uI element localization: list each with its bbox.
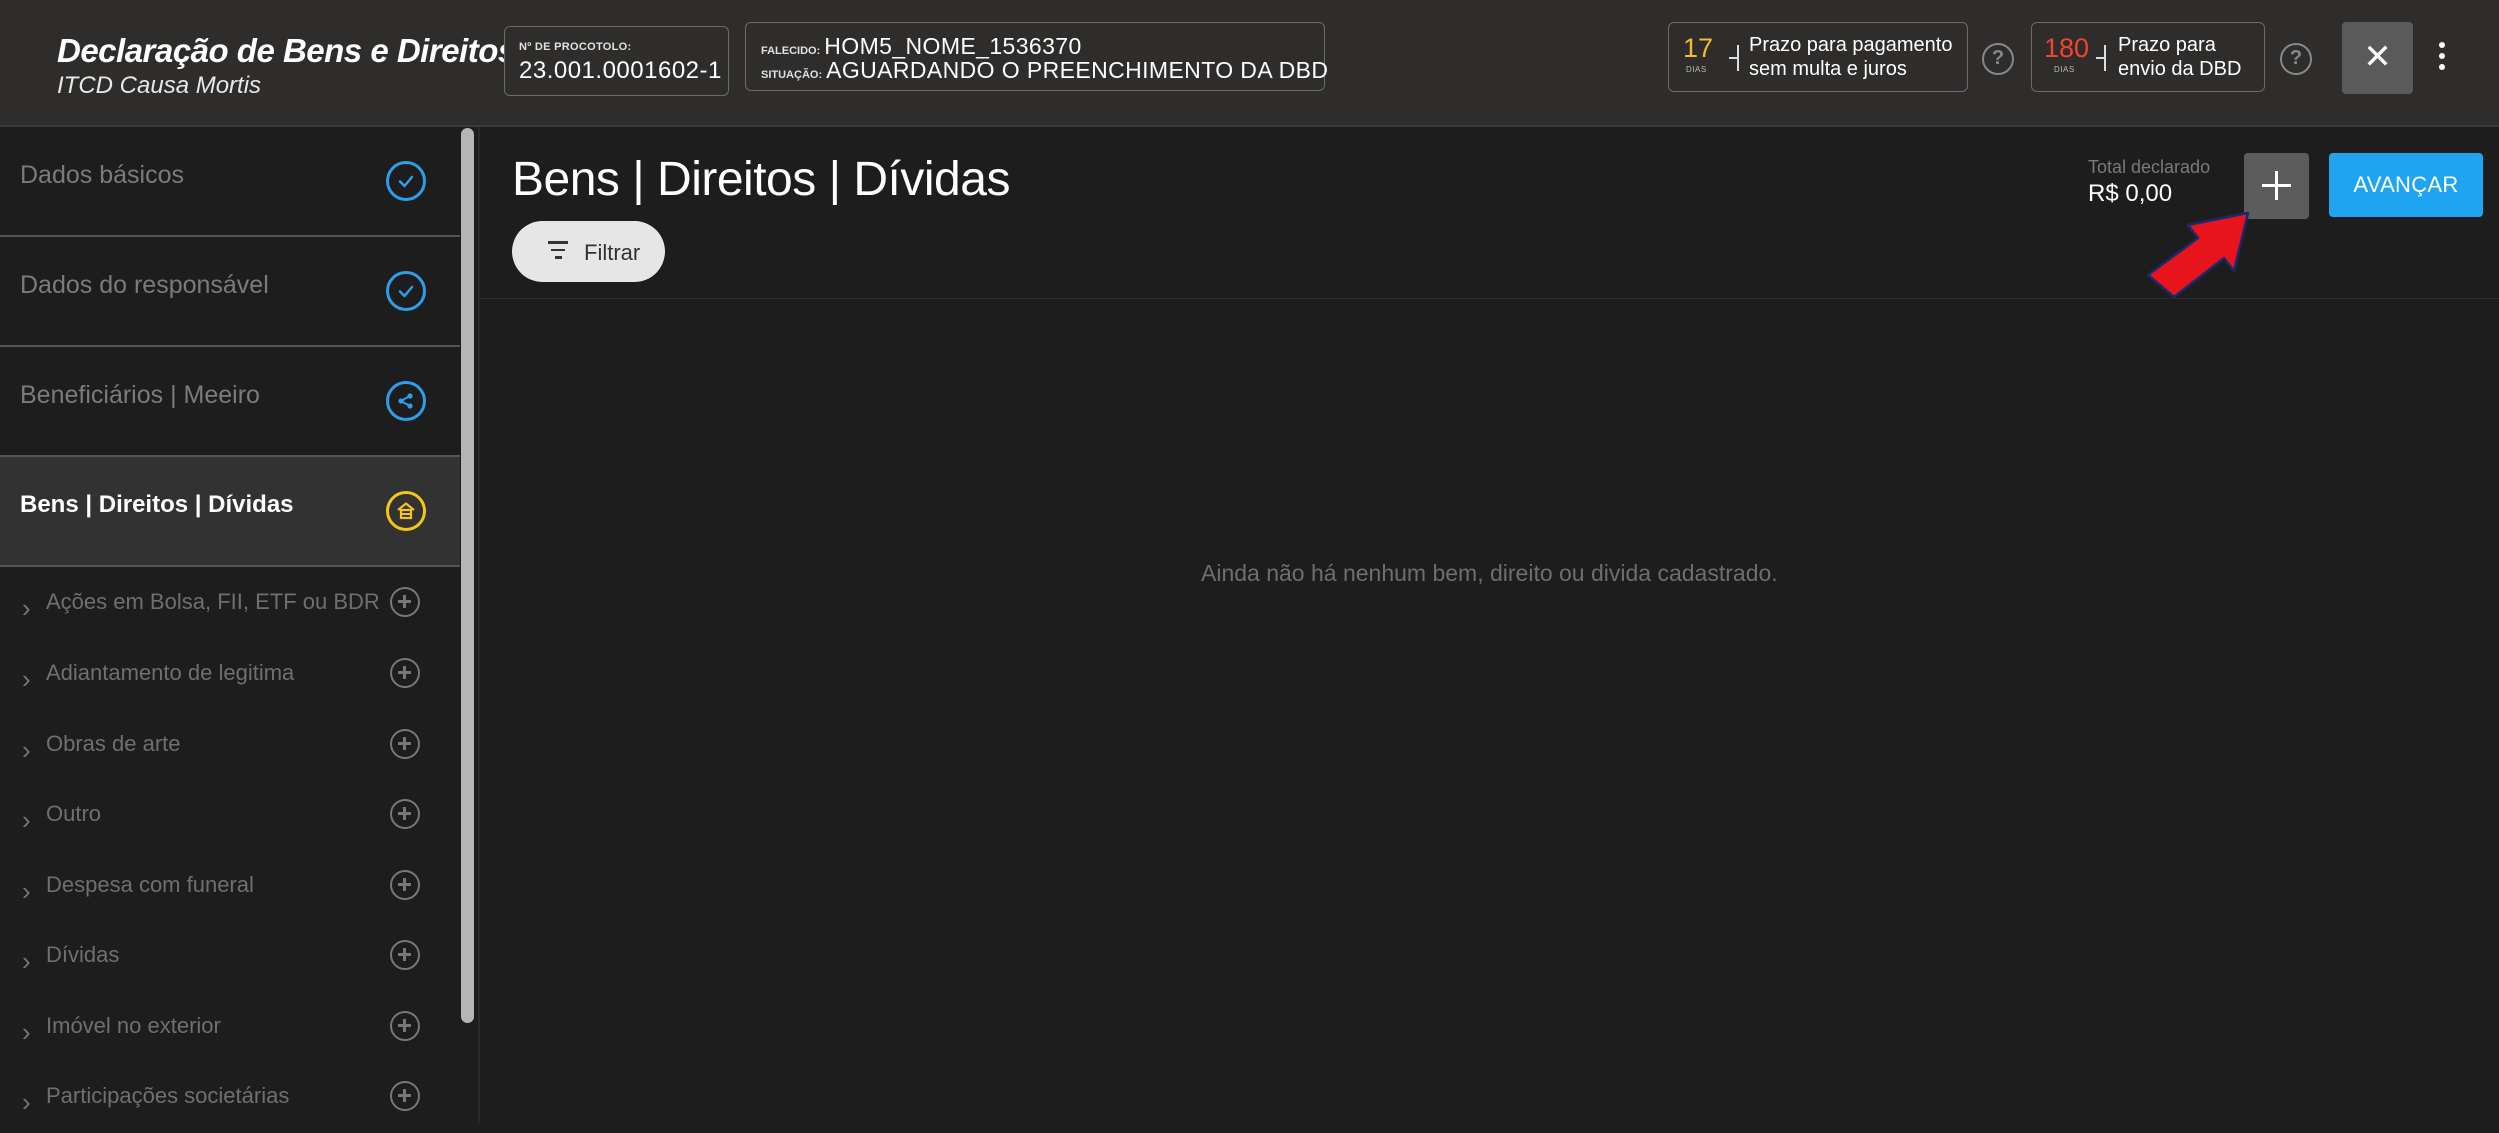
step-label: Dados básicos xyxy=(20,161,184,189)
sidebar: Dados básicos Dados do responsável Benef… xyxy=(0,127,478,1123)
payment-days-count: 17 xyxy=(1683,33,1714,63)
category-acoes-bolsa[interactable]: › Ações em Bolsa, FII, ETF ou BDR xyxy=(0,569,460,639)
app-title: Declaração de Bens e Direitos xyxy=(57,32,516,69)
payment-deadline-line2: sem multa e juros xyxy=(1749,58,1907,80)
top-header: Declaração de Bens e Direitos ITCD Causa… xyxy=(0,0,2499,127)
deadline-separator-icon xyxy=(1729,45,1741,71)
deceased-value: HOM5_NOME_1536370 xyxy=(824,33,1082,59)
step-label: Bens | Direitos | Dívidas xyxy=(20,491,294,518)
chevron-right-icon: › xyxy=(22,664,31,694)
submission-days-count: 180 xyxy=(2044,33,2090,63)
chevron-right-icon: › xyxy=(22,946,31,976)
deadline-separator-icon xyxy=(2096,45,2108,71)
chevron-right-icon: › xyxy=(22,1017,31,1047)
filter-icon xyxy=(548,241,568,264)
step-bens-direitos-dividas[interactable]: Bens | Direitos | Dívidas xyxy=(0,457,460,567)
total-declared-label: Total declarado xyxy=(2088,157,2211,177)
empty-state-message: Ainda não há nenhum bem, direito ou divi… xyxy=(1201,560,1778,586)
payment-days-unit: DIAS xyxy=(1686,65,1707,74)
next-button[interactable]: AVANÇAR xyxy=(2329,153,2483,217)
category-label: Outro xyxy=(46,801,102,826)
category-label: Dívidas xyxy=(46,942,120,967)
chevron-right-icon: › xyxy=(22,1087,31,1117)
category-obras-arte[interactable]: › Obras de arte xyxy=(0,711,460,781)
category-imovel-exterior[interactable]: › Imóvel no exterior xyxy=(0,993,460,1063)
filter-button[interactable]: Filtrar xyxy=(512,221,665,282)
chevron-right-icon: › xyxy=(22,805,31,835)
add-circle-icon[interactable] xyxy=(390,587,420,617)
main-divider xyxy=(478,127,480,1123)
payment-deadline-line1: Prazo para pagamento xyxy=(1749,34,1953,56)
category-outro[interactable]: › Outro xyxy=(0,781,460,851)
category-adiantamento-legitima[interactable]: › Adiantamento de legitima xyxy=(0,640,460,710)
share-circle-icon xyxy=(386,381,426,421)
close-button[interactable]: ✕ xyxy=(2342,22,2413,94)
category-label: Participações societárias xyxy=(46,1083,290,1108)
payment-deadline: 17 DIAS Prazo para pagamento sem multa e… xyxy=(1668,22,1968,92)
submission-help-icon[interactable]: ? xyxy=(2280,43,2312,75)
step-dados-basicos[interactable]: Dados básicos xyxy=(0,127,460,237)
page-title: Bens | Direitos | Dívidas xyxy=(512,153,1010,206)
house-circle-icon xyxy=(386,491,426,531)
sidebar-scrollbar[interactable] xyxy=(461,128,474,1023)
check-circle-icon xyxy=(386,161,426,201)
more-options-icon[interactable] xyxy=(2432,42,2452,74)
payment-help-icon[interactable]: ? xyxy=(1982,43,2014,75)
red-arrow-annotation-icon xyxy=(2146,211,2250,299)
add-circle-icon[interactable] xyxy=(390,870,420,900)
status-label: SITUAÇÃO: xyxy=(761,69,823,81)
total-declared-value: R$ 0,00 xyxy=(2088,180,2173,207)
add-circle-icon[interactable] xyxy=(390,1011,420,1041)
protocol-label: Nº DE PROCOTOLO: xyxy=(519,41,632,53)
chevron-right-icon: › xyxy=(22,735,31,765)
category-dividas[interactable]: › Dívidas xyxy=(0,922,460,992)
category-label: Obras de arte xyxy=(46,731,181,756)
payment-deadline-text: Prazo para pagamento sem multa e juros xyxy=(1749,33,1952,81)
deceased-info-box: FALECIDO: HOM5_NOME_1536370 SITUAÇÃO: AGUA… xyxy=(745,22,1329,91)
deceased-label: FALECIDO: xyxy=(761,45,821,57)
protocol-box: Nº DE PROCOTOLO: 23.001.0001602-1 xyxy=(504,26,729,96)
category-label: Despesa com funeral xyxy=(46,872,254,897)
submission-days-unit: DIAS xyxy=(2054,65,2075,74)
category-label: Ações em Bolsa, FII, ETF ou BDR xyxy=(46,589,380,614)
step-label: Dados do responsável xyxy=(20,271,269,299)
category-label: Imóvel no exterior xyxy=(46,1013,221,1038)
status-value: AGUARDANDO O PREENCHIMENTO DA DBD xyxy=(826,57,1329,83)
chevron-right-icon: › xyxy=(22,593,31,623)
submission-deadline: 180 DIAS Prazo para envio da DBD xyxy=(2031,22,2265,92)
add-circle-icon[interactable] xyxy=(390,1081,420,1111)
filter-label: Filtrar xyxy=(584,240,641,265)
step-beneficiarios[interactable]: Beneficiários | Meeiro xyxy=(0,347,460,457)
category-label: Adiantamento de legitima xyxy=(46,660,295,685)
add-circle-icon[interactable] xyxy=(390,729,420,759)
check-circle-icon xyxy=(386,271,426,311)
add-circle-icon[interactable] xyxy=(390,658,420,688)
submission-deadline-line1: Prazo para xyxy=(2118,34,2216,56)
category-despesa-funeral[interactable]: › Despesa com funeral xyxy=(0,852,460,922)
add-circle-icon[interactable] xyxy=(390,799,420,829)
protocol-value: 23.001.0001602-1 xyxy=(519,57,722,84)
submission-deadline-line2: envio da DBD xyxy=(2118,58,2242,80)
step-label: Beneficiários | Meeiro xyxy=(20,381,260,409)
app-subtitle: ITCD Causa Mortis xyxy=(57,72,262,99)
add-circle-icon[interactable] xyxy=(390,940,420,970)
chevron-right-icon: › xyxy=(22,876,31,906)
submission-deadline-text: Prazo para envio da DBD xyxy=(2118,33,2241,81)
step-dados-responsavel[interactable]: Dados do responsável xyxy=(0,237,460,347)
